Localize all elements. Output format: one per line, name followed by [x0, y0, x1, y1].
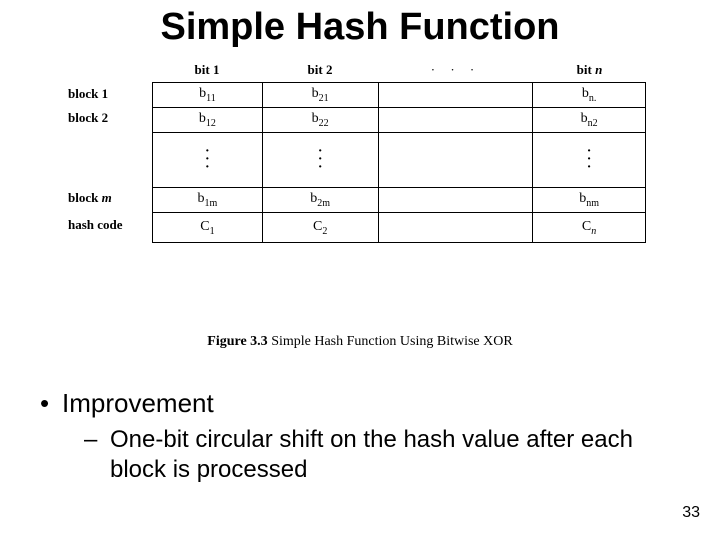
- row-header-block1: block 1: [68, 82, 146, 106]
- row-headers: block 1 block 2 block m hash code: [68, 82, 146, 240]
- cell: bn2: [533, 108, 646, 133]
- table-row: b12 b22 bn2: [153, 108, 646, 133]
- cell-empty: [378, 188, 533, 213]
- cell-empty: [378, 133, 533, 188]
- cell: Cn: [533, 213, 646, 243]
- cell: C2: [262, 213, 378, 243]
- bullet-circular-shift: One-bit circular shift on the hash value…: [40, 425, 680, 485]
- cell-empty: [378, 108, 533, 133]
- page-number: 33: [682, 504, 700, 522]
- col-header-bit2: bit 2: [262, 62, 378, 78]
- cell-vdots: ···: [153, 133, 263, 188]
- col-header-bit1: bit 1: [152, 62, 262, 78]
- cell-vdots: ···: [533, 133, 646, 188]
- cell: b2m: [262, 188, 378, 213]
- cell: b12: [153, 108, 263, 133]
- table-row: b1m b2m bnm: [153, 188, 646, 213]
- cell-empty: [378, 213, 533, 243]
- figure-container: bit 1 bit 2 · · · bit n block 1 block 2 …: [52, 60, 668, 360]
- bullet-improvement: Improvement: [40, 388, 680, 419]
- col-header-bitn: bit n: [533, 62, 646, 78]
- row-header-block2: block 2: [68, 106, 146, 130]
- col-header-dots: · · ·: [378, 62, 533, 78]
- cell: bnm: [533, 188, 646, 213]
- table-row-dots: ··· ··· ···: [153, 133, 646, 188]
- row-header-hash: hash code: [68, 210, 146, 240]
- cell: b22: [262, 108, 378, 133]
- figure-caption: Figure 3.3 Simple Hash Function Using Bi…: [52, 334, 668, 350]
- cell: b11: [153, 83, 263, 108]
- cell: b1m: [153, 188, 263, 213]
- hash-table: b11 b21 bn. b12 b22 bn2 ··· ··· ··· b1m …: [152, 82, 646, 243]
- column-headers: bit 1 bit 2 · · · bit n: [152, 62, 646, 78]
- slide: Simple Hash Function bit 1 bit 2 · · · b…: [0, 0, 720, 540]
- cell: bn.: [533, 83, 646, 108]
- bullet-list: Improvement One-bit circular shift on th…: [40, 388, 680, 485]
- row-header-blockm: block m: [68, 186, 146, 210]
- table-row: b11 b21 bn.: [153, 83, 646, 108]
- row-header-spacer: [68, 130, 146, 186]
- cell: b21: [262, 83, 378, 108]
- page-title: Simple Hash Function: [0, 0, 720, 49]
- table-row-hash: C1 C2 Cn: [153, 213, 646, 243]
- cell-vdots: ···: [262, 133, 378, 188]
- cell: C1: [153, 213, 263, 243]
- cell-empty: [378, 83, 533, 108]
